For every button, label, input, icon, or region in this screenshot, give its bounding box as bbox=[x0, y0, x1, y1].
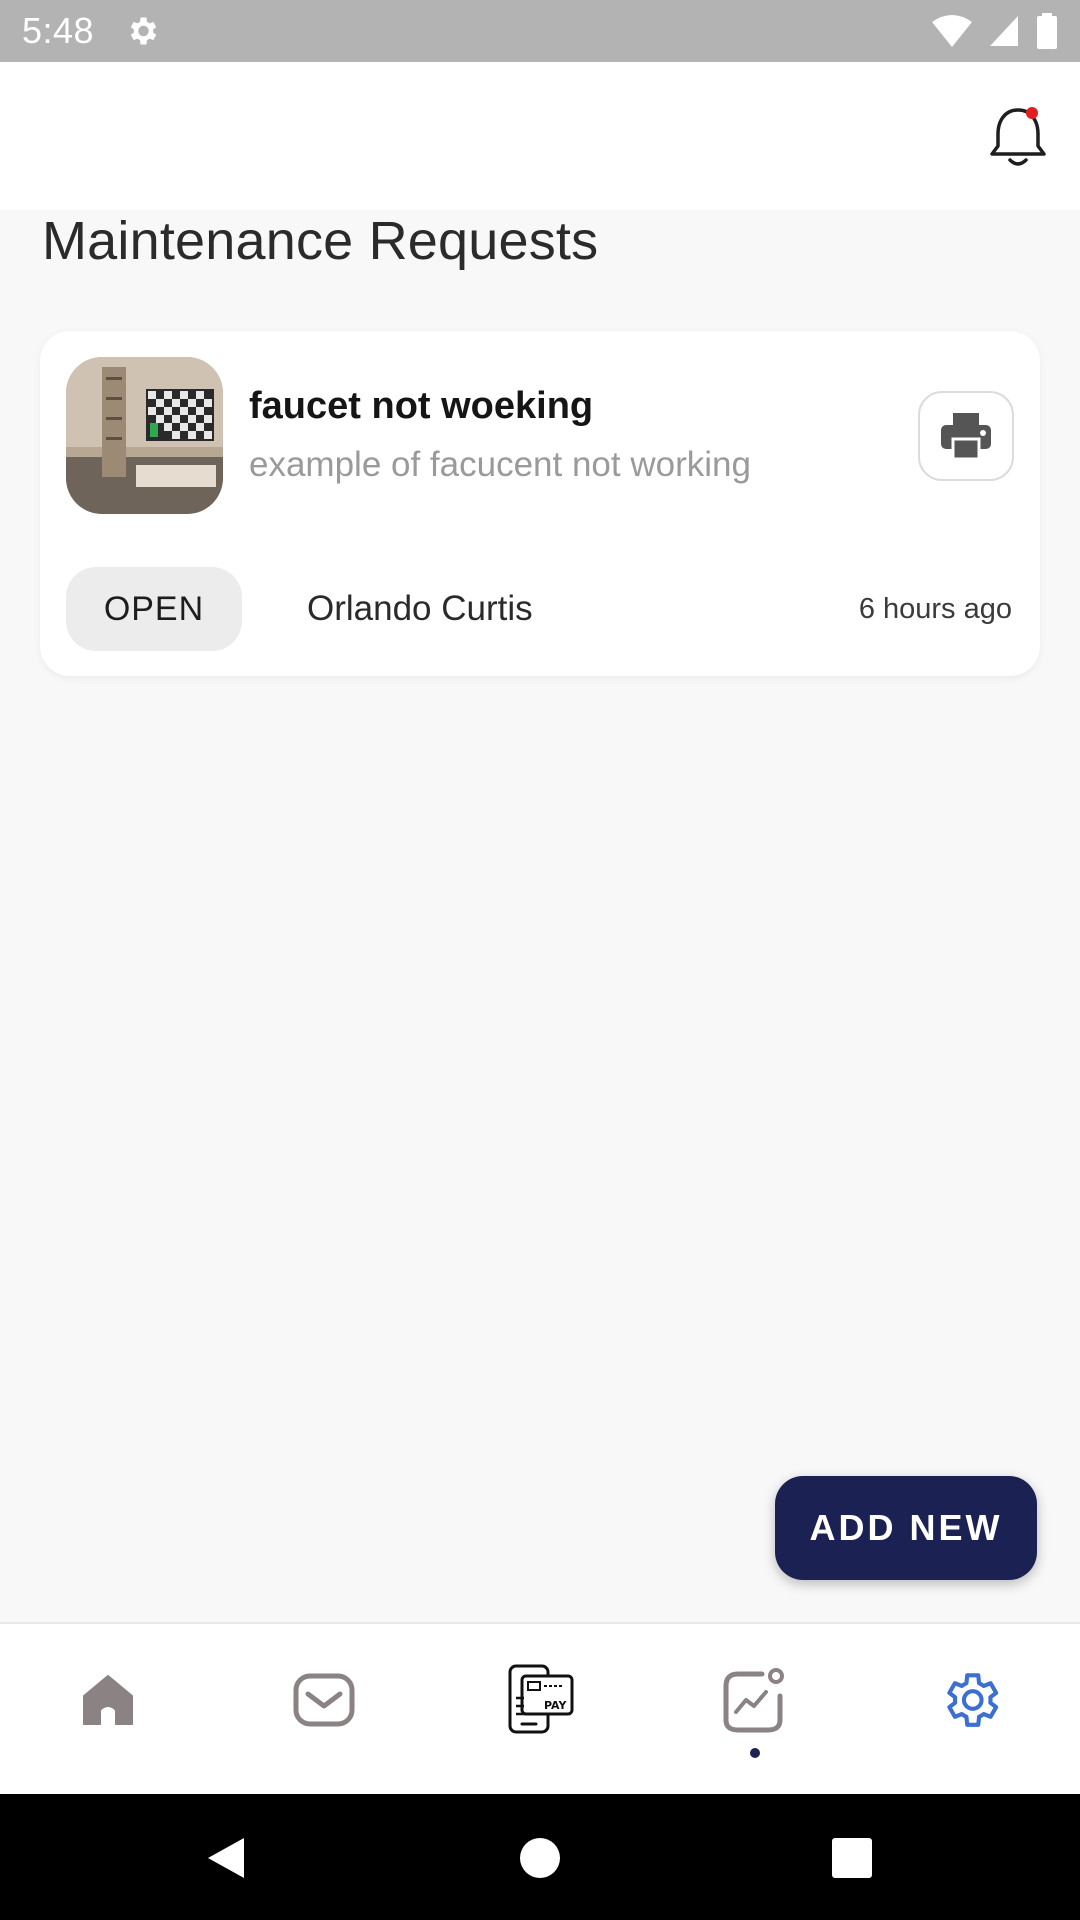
pay-icon: PAY bbox=[508, 1664, 574, 1734]
pay-label: PAY bbox=[544, 1699, 568, 1712]
nav-analytics[interactable] bbox=[714, 1660, 794, 1740]
status-icons bbox=[932, 13, 1058, 49]
bell-icon bbox=[990, 107, 1046, 166]
settings-status-icon bbox=[130, 17, 157, 45]
screen: 5:48 Maintenance Requests faucet not woe… bbox=[0, 0, 1080, 1920]
nav-home[interactable] bbox=[68, 1660, 148, 1740]
mail-icon bbox=[293, 1673, 355, 1727]
request-card[interactable]: faucet not woeking example of facucent n… bbox=[40, 331, 1040, 676]
add-new-button[interactable]: ADD NEW bbox=[775, 1476, 1037, 1580]
chart-icon bbox=[723, 1668, 784, 1733]
requester-name: Orlando Curtis bbox=[307, 589, 533, 628]
back-icon[interactable] bbox=[202, 1834, 250, 1882]
status-bar: 5:48 bbox=[0, 0, 1080, 62]
request-title: faucet not woeking bbox=[249, 385, 594, 427]
bottom-nav: PAY bbox=[0, 1622, 1080, 1794]
system-nav-bar bbox=[0, 1794, 1080, 1920]
request-time: 6 hours ago bbox=[858, 593, 1012, 625]
nav-settings[interactable] bbox=[930, 1660, 1010, 1740]
app-bar bbox=[0, 62, 1080, 210]
print-button[interactable] bbox=[918, 391, 1014, 481]
signal-icon bbox=[990, 16, 1018, 46]
wifi-icon bbox=[932, 15, 972, 47]
request-description: example of facucent not working bbox=[249, 445, 751, 484]
notifications-button[interactable] bbox=[986, 102, 1050, 172]
nav-payments[interactable]: PAY bbox=[500, 1660, 580, 1740]
page-title: Maintenance Requests bbox=[42, 211, 599, 271]
notification-dot bbox=[1026, 107, 1038, 119]
battery-icon bbox=[1037, 13, 1057, 49]
request-thumbnail bbox=[66, 357, 223, 514]
printer-icon bbox=[941, 413, 991, 461]
home-system-icon[interactable] bbox=[516, 1834, 564, 1882]
home-icon bbox=[83, 1675, 133, 1725]
status-time: 5:48 bbox=[22, 10, 95, 51]
active-indicator-dot bbox=[750, 1748, 760, 1758]
recents-icon[interactable] bbox=[828, 1834, 876, 1882]
settings-icon bbox=[947, 1673, 999, 1727]
nav-messages[interactable] bbox=[284, 1660, 364, 1740]
status-badge: OPEN bbox=[66, 567, 242, 651]
